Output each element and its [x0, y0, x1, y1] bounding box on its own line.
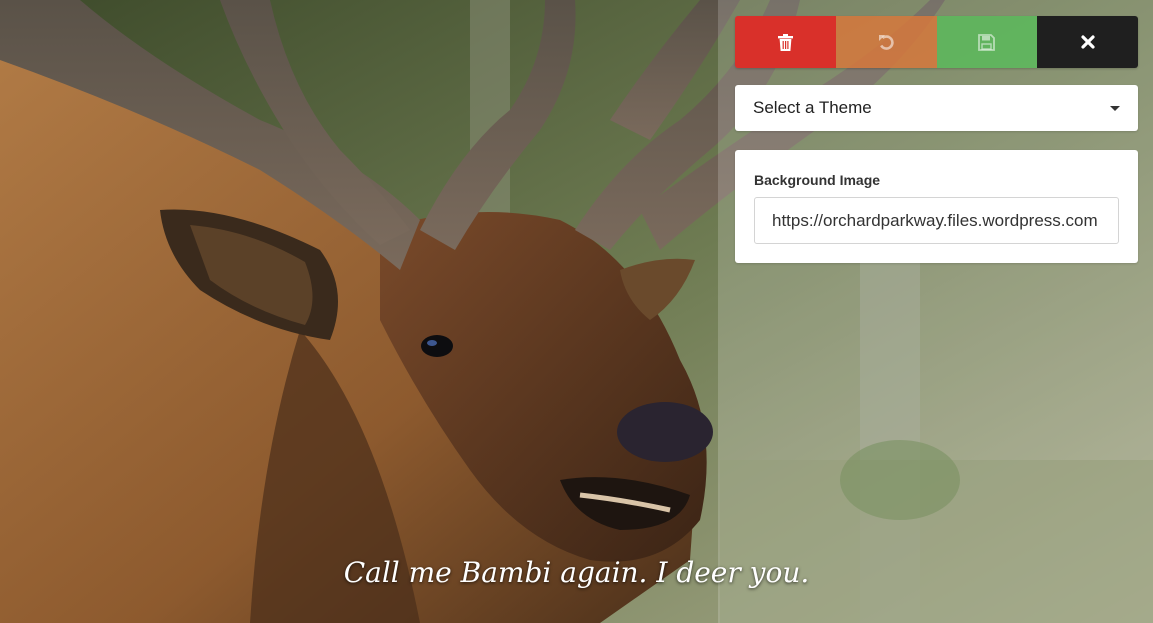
save-button[interactable] — [936, 16, 1038, 68]
trash-icon — [777, 33, 793, 51]
background-image-label: Background Image — [754, 172, 881, 188]
delete-button[interactable] — [735, 16, 836, 68]
background-image-card: Background Image — [735, 150, 1138, 263]
action-toolbar — [735, 16, 1138, 68]
undo-button[interactable] — [835, 16, 937, 68]
app-stage: Select a Theme Background Image Call me … — [0, 0, 1153, 623]
theme-select-value: Select a Theme — [753, 98, 872, 117]
floppy-disk-icon — [978, 33, 996, 51]
close-icon — [1081, 35, 1095, 49]
theme-select[interactable]: Select a Theme — [735, 85, 1138, 131]
close-button[interactable] — [1037, 16, 1138, 68]
background-image-url-input[interactable] — [754, 197, 1119, 244]
quote-text: Call me Bambi again. I deer you. — [343, 556, 810, 589]
undo-icon — [877, 33, 896, 52]
chevron-down-icon — [1110, 105, 1120, 111]
